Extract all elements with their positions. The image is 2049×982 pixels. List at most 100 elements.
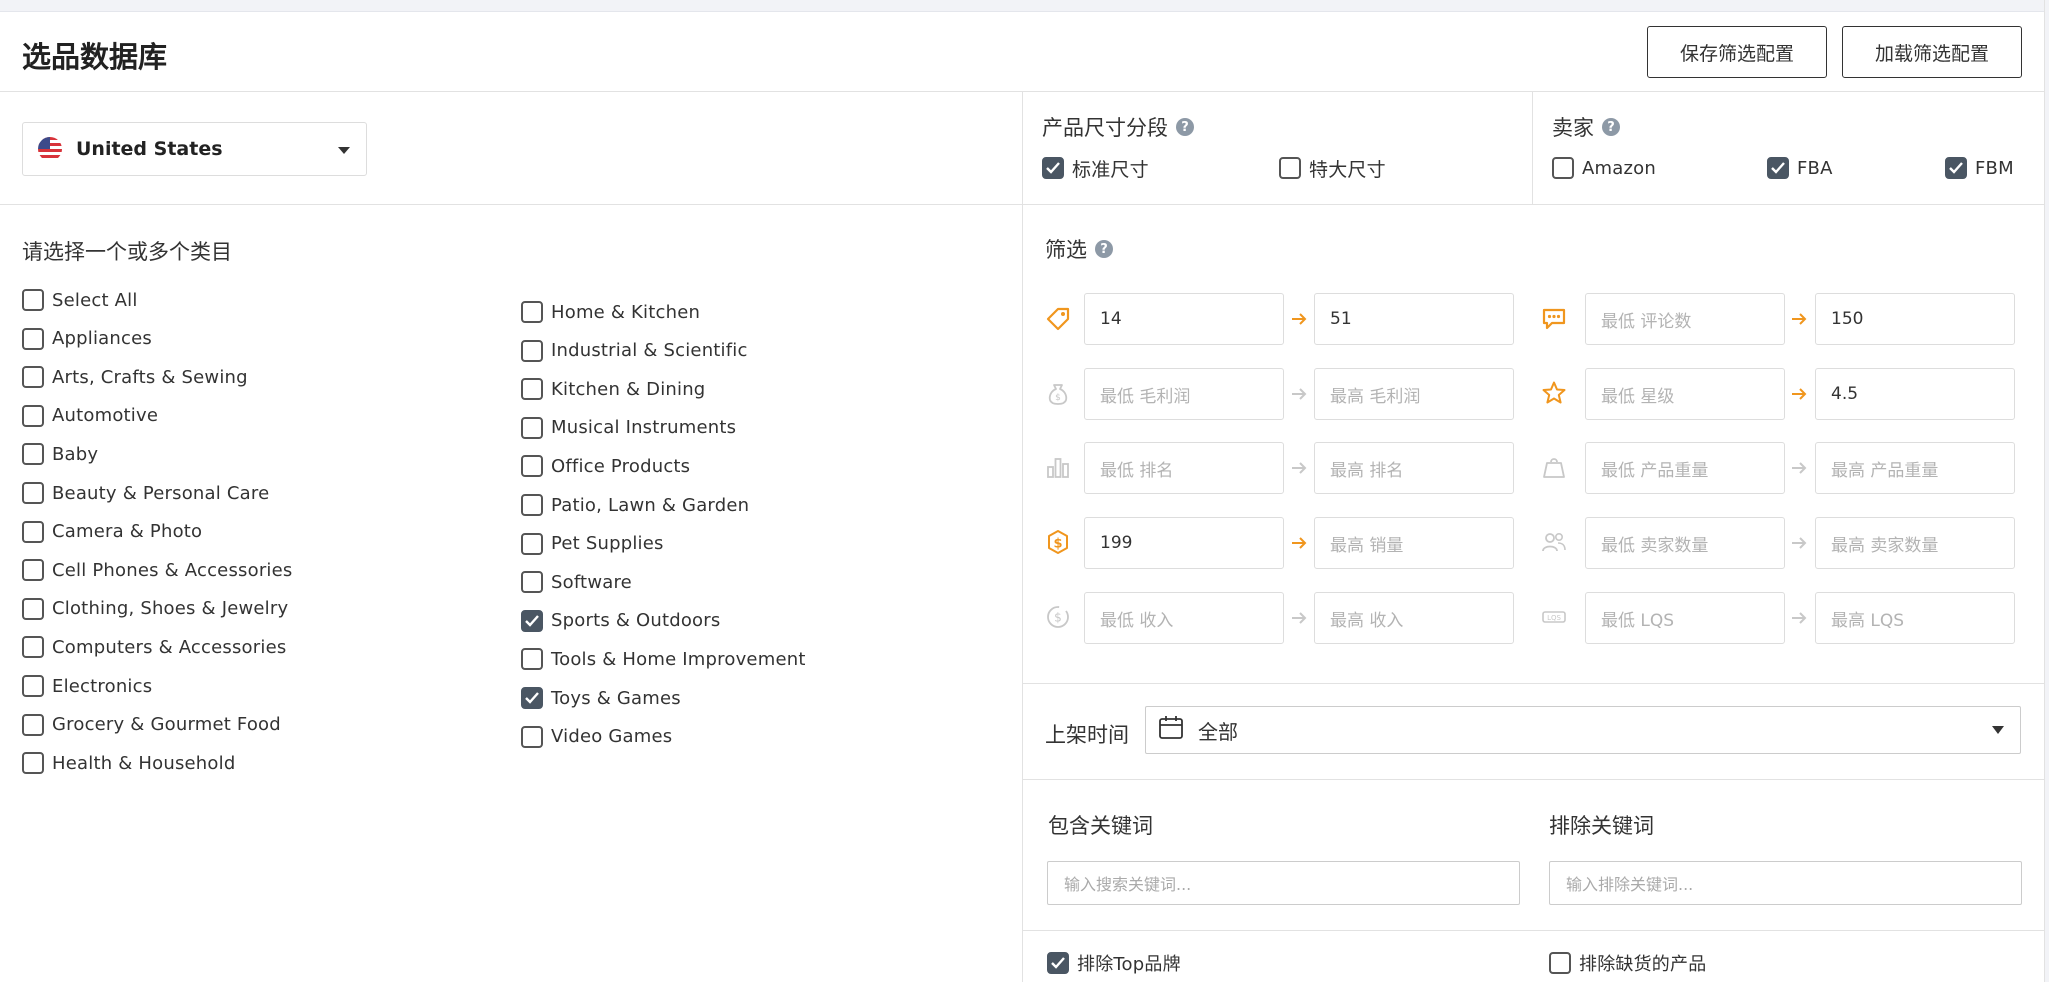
lqs-min-input[interactable]: 最低 LQS <box>1585 592 1785 644</box>
category-checkbox[interactable]: Health & Household <box>22 751 235 775</box>
category-checkbox[interactable]: Grocery & Gourmet Food <box>22 713 281 737</box>
category-checkbox[interactable]: Arts, Crafts & Sewing <box>22 365 248 389</box>
category-checkbox[interactable]: Appliances <box>22 327 152 351</box>
revenue-min-input[interactable]: 最低 收入 <box>1084 592 1284 644</box>
weight-max-input[interactable]: 最高 产品重量 <box>1815 442 2015 494</box>
checkbox[interactable] <box>1552 157 1574 179</box>
checkbox[interactable] <box>521 687 543 709</box>
checkbox[interactable] <box>1549 952 1571 974</box>
checkbox[interactable] <box>521 455 543 478</box>
category-checkbox[interactable]: Pet Supplies <box>521 532 664 556</box>
price-min-input[interactable]: 14 <box>1084 293 1284 345</box>
checkbox[interactable] <box>1945 157 1967 179</box>
category-label: Automotive <box>52 405 159 427</box>
checkbox[interactable] <box>1279 157 1301 179</box>
category-checkbox[interactable]: Select All <box>22 288 138 312</box>
category-checkbox[interactable]: Patio, Lawn & Garden <box>521 493 749 517</box>
listing-date-label: 上架时间 <box>1045 723 1129 747</box>
checkbox[interactable] <box>521 301 543 323</box>
checkbox[interactable] <box>1767 157 1789 179</box>
size-standard-checkbox[interactable]: 标准尺寸 <box>1042 156 1149 181</box>
checkbox[interactable] <box>521 416 543 439</box>
rank-max-input[interactable]: 最高 排名 <box>1314 442 1514 494</box>
lqs-max-input[interactable]: 最高 LQS <box>1815 592 2015 644</box>
exclude-top-brands-checkbox[interactable]: 排除Top品牌 <box>1047 950 1181 976</box>
revenue-max-input[interactable]: 最高 收入 <box>1314 592 1514 644</box>
price-max-input[interactable]: 51 <box>1314 293 1514 345</box>
checkbox[interactable] <box>22 443 44 466</box>
seller-amazon-checkbox[interactable]: Amazon <box>1552 156 1656 180</box>
checkbox[interactable] <box>521 532 543 555</box>
exclude-out-of-stock-checkbox[interactable]: 排除缺货的产品 <box>1549 950 1706 976</box>
category-checkbox[interactable]: Beauty & Personal Care <box>22 481 269 505</box>
checkbox[interactable] <box>521 339 543 362</box>
checkbox[interactable] <box>22 675 44 697</box>
category-checkbox[interactable]: Baby <box>22 442 98 466</box>
seller-fba-checkbox[interactable]: FBA <box>1767 156 1833 180</box>
checkbox[interactable] <box>521 494 543 516</box>
seller-fbm-label: FBM <box>1975 157 2014 179</box>
category-checkbox[interactable]: Computers & Accessories <box>22 635 286 659</box>
listing-date-select[interactable]: 全部 <box>1145 706 2021 754</box>
category-checkbox[interactable]: Cell Phones & Accessories <box>22 558 292 582</box>
help-icon[interactable]: ? <box>1095 240 1113 258</box>
include-keywords-input[interactable]: 输入搜索关键词... <box>1047 861 1520 905</box>
checkbox[interactable] <box>22 366 44 389</box>
svg-text:LQS: LQS <box>1547 614 1561 622</box>
sellers-min-input[interactable]: 最低 卖家数量 <box>1585 517 1785 569</box>
category-checkbox[interactable]: Electronics <box>22 674 152 698</box>
checkbox[interactable] <box>22 404 44 427</box>
category-checkbox[interactable]: Office Products <box>521 454 690 478</box>
category-checkbox[interactable]: Kitchen & Dining <box>521 377 705 401</box>
checkbox[interactable] <box>22 289 44 311</box>
category-checkbox[interactable]: Musical Instruments <box>521 416 736 440</box>
weight-min-input[interactable]: 最低 产品重量 <box>1585 442 1785 494</box>
checkbox[interactable] <box>521 609 543 632</box>
checkbox[interactable] <box>22 559 44 582</box>
help-icon[interactable]: ? <box>1602 118 1620 136</box>
checkbox[interactable] <box>521 378 543 401</box>
checkbox[interactable] <box>1047 952 1069 974</box>
margin-max-input[interactable]: 最高 毛利润 <box>1314 368 1514 420</box>
category-checkbox[interactable]: Tools & Home Improvement <box>521 647 806 671</box>
category-checkbox[interactable]: Home & Kitchen <box>521 300 700 324</box>
checkbox[interactable] <box>521 571 543 594</box>
margin-min-input[interactable]: 最低 毛利润 <box>1084 368 1284 420</box>
rating-max-input[interactable]: 4.5 <box>1815 368 2015 420</box>
sales-max-input[interactable]: 最高 销量 <box>1314 517 1514 569</box>
checkbox[interactable] <box>22 482 44 504</box>
scrollbar-track[interactable] <box>2044 0 2049 982</box>
rank-min-input[interactable]: 最低 排名 <box>1084 442 1284 494</box>
category-checkbox[interactable]: Toys & Games <box>521 686 681 710</box>
checkbox[interactable] <box>22 520 44 543</box>
checkbox[interactable] <box>22 752 44 775</box>
country-select[interactable]: United States <box>22 122 367 176</box>
reviews-max-input[interactable]: 150 <box>1815 293 2015 345</box>
seller-fbm-checkbox[interactable]: FBM <box>1945 156 2014 180</box>
checkbox[interactable] <box>22 327 44 350</box>
category-checkbox[interactable]: Video Games <box>521 725 672 749</box>
arrow-right-icon <box>1291 610 1307 626</box>
arrow-right-icon <box>1291 386 1307 402</box>
category-checkbox[interactable]: Industrial & Scientific <box>521 339 748 363</box>
checkbox[interactable] <box>22 713 44 736</box>
checkbox[interactable] <box>22 597 44 620</box>
category-checkbox[interactable]: Automotive <box>22 404 158 428</box>
sellers-max-input[interactable]: 最高 卖家数量 <box>1815 517 2015 569</box>
category-checkbox[interactable]: Clothing, Shoes & Jewelry <box>22 597 288 621</box>
checkbox[interactable] <box>1042 157 1064 179</box>
checkbox[interactable] <box>521 725 543 748</box>
size-oversize-checkbox[interactable]: 特大尺寸 <box>1279 156 1386 181</box>
reviews-min-input[interactable]: 最低 评论数 <box>1585 293 1785 345</box>
category-checkbox[interactable]: Software <box>521 570 632 594</box>
save-config-button[interactable]: 保存筛选配置 <box>1647 26 1827 78</box>
category-checkbox[interactable]: Sports & Outdoors <box>521 609 720 633</box>
help-icon[interactable]: ? <box>1176 118 1194 136</box>
checkbox[interactable] <box>22 636 44 659</box>
exclude-keywords-input[interactable]: 输入排除关键词... <box>1549 861 2022 905</box>
checkbox[interactable] <box>521 648 543 671</box>
sales-min-input[interactable]: 199 <box>1084 517 1284 569</box>
category-checkbox[interactable]: Camera & Photo <box>22 520 202 544</box>
load-config-button[interactable]: 加载筛选配置 <box>1842 26 2022 78</box>
rating-min-input[interactable]: 最低 星级 <box>1585 368 1785 420</box>
